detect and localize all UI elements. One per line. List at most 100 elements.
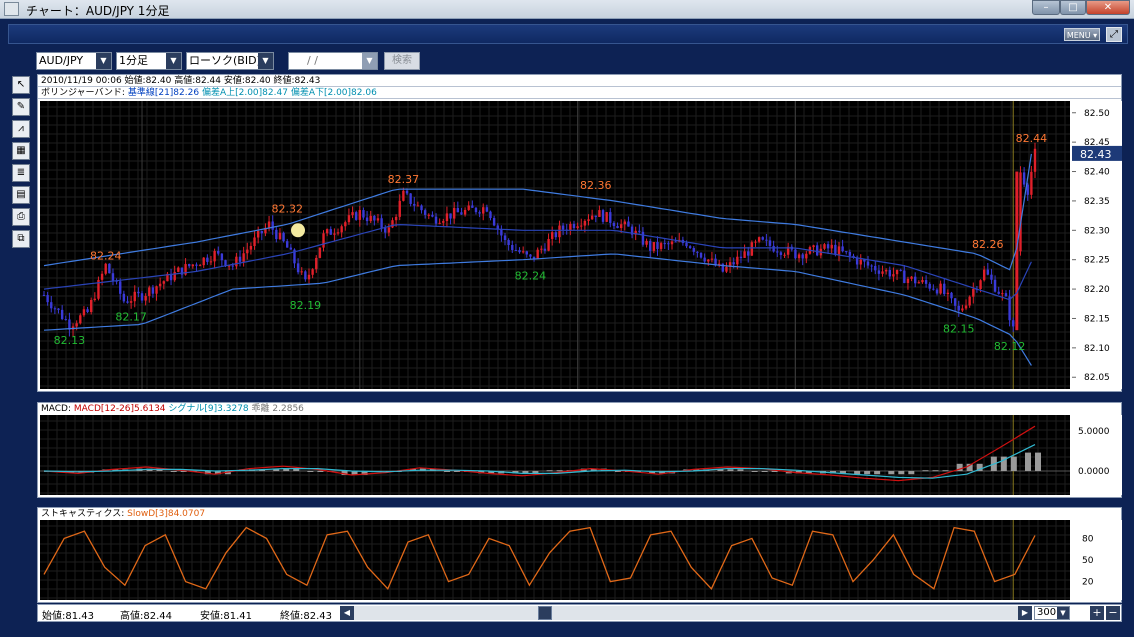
low-annotation: 82.24 bbox=[515, 270, 547, 283]
candle-body bbox=[347, 215, 351, 223]
maximize-button[interactable]: □ bbox=[1060, 0, 1086, 15]
macd-plot-area[interactable] bbox=[40, 415, 1070, 495]
macd-histogram-bar bbox=[307, 471, 314, 472]
candle-body bbox=[961, 308, 964, 311]
candle-body bbox=[162, 281, 165, 284]
candle-body bbox=[482, 207, 485, 214]
candle-body bbox=[583, 220, 587, 226]
resize-icon[interactable]: ⤢ bbox=[1106, 27, 1122, 42]
candle-body bbox=[623, 221, 627, 225]
price-axis: 82.5082.4582.4082.3582.3082.2582.2082.15… bbox=[1072, 101, 1122, 389]
candle-body bbox=[206, 257, 209, 262]
candle-body bbox=[329, 229, 332, 235]
scroll-right-button[interactable]: ▶ bbox=[1018, 606, 1032, 620]
candle-body bbox=[725, 266, 728, 272]
macd-histogram-bar bbox=[874, 471, 881, 475]
axis-tick-label: 82.05 bbox=[1084, 373, 1110, 383]
print-icon[interactable]: ⎙ bbox=[12, 208, 30, 226]
chart-scrollbar[interactable] bbox=[354, 606, 1018, 620]
candle-body bbox=[997, 291, 1000, 294]
currency-pair-select[interactable]: AUD/JPY ▼ bbox=[36, 52, 112, 70]
chart-type-select[interactable]: ローソク(BID) ▼ bbox=[186, 52, 274, 70]
scroll-left-button[interactable]: ◀ bbox=[340, 606, 354, 620]
candle-body bbox=[1012, 320, 1015, 327]
zoom-in-button[interactable]: + bbox=[1090, 606, 1104, 620]
bars-count-select[interactable]: 300 ▼ bbox=[1034, 606, 1070, 620]
candle-body bbox=[158, 283, 162, 287]
candle-body bbox=[307, 274, 311, 280]
candle-body bbox=[939, 283, 942, 294]
search-button[interactable]: 検索 bbox=[384, 52, 420, 70]
candle-body bbox=[427, 214, 430, 216]
price-plot-area[interactable]: 20:00 21:00 22:00 23:00 11/19 82.24 82.32 82.37… bbox=[40, 101, 1070, 389]
interval-select[interactable]: 1分足 ▼ bbox=[116, 52, 182, 70]
scrollbar-thumb[interactable] bbox=[538, 606, 552, 620]
candle-body bbox=[699, 252, 703, 258]
stochastic-plot-area[interactable] bbox=[40, 520, 1070, 600]
chevron-down-icon: ▼ bbox=[362, 53, 377, 69]
price-chart-panel: 2010/11/19 00:06 始値:82.40 高値:82.44 安値:82… bbox=[37, 74, 1122, 392]
candle-body bbox=[812, 245, 815, 248]
chevron-down-icon: ▼ bbox=[258, 53, 273, 69]
candle-body bbox=[921, 280, 924, 283]
copy-icon[interactable]: ⧉ bbox=[12, 230, 30, 248]
candle-body bbox=[863, 259, 866, 262]
candle-body bbox=[601, 210, 605, 222]
zoom-out-button[interactable]: − bbox=[1106, 606, 1120, 620]
plot-background bbox=[40, 415, 1070, 495]
candle-body bbox=[365, 217, 369, 222]
candle-body bbox=[576, 226, 579, 229]
close-button[interactable]: ✕ bbox=[1086, 0, 1130, 15]
indicator-icon[interactable]: ⩘ bbox=[12, 120, 30, 138]
menu-button[interactable]: MENU ▾ bbox=[1064, 28, 1100, 41]
candle-body bbox=[449, 213, 452, 219]
candle-body bbox=[569, 223, 572, 231]
table-icon[interactable]: ▤ bbox=[12, 186, 30, 204]
candle-body bbox=[968, 296, 971, 306]
candle-body bbox=[841, 246, 844, 252]
candle-body bbox=[525, 251, 528, 255]
candle-body bbox=[645, 240, 648, 245]
candle-body bbox=[830, 244, 833, 249]
app-icon bbox=[4, 2, 19, 16]
candle-body bbox=[874, 265, 877, 271]
minimize-button[interactable]: – bbox=[1032, 0, 1060, 15]
candle-body bbox=[670, 241, 674, 245]
axis-tick-label: 20 bbox=[1082, 578, 1094, 588]
date-input[interactable]: / / ▼ bbox=[288, 52, 378, 70]
diff-value: 乖離 2.2856 bbox=[251, 404, 304, 414]
candle-body bbox=[826, 244, 830, 249]
grid-icon[interactable]: ▦ bbox=[12, 142, 30, 160]
candle-body bbox=[903, 270, 906, 284]
candle-body bbox=[431, 214, 434, 217]
candle-body bbox=[710, 258, 714, 260]
candle-body bbox=[336, 232, 340, 234]
candle-body bbox=[380, 218, 383, 228]
axis-tick-label: 82.10 bbox=[1084, 344, 1110, 354]
candle-body bbox=[478, 212, 481, 214]
candle-body bbox=[870, 265, 873, 267]
macd-histogram-bar bbox=[771, 471, 778, 472]
candle-body bbox=[638, 230, 641, 232]
candle-body bbox=[195, 264, 198, 266]
candle-body bbox=[402, 190, 405, 201]
pencil-icon[interactable]: ✎ bbox=[12, 98, 30, 116]
candle-body bbox=[89, 299, 93, 313]
macd-histogram-bar bbox=[1010, 456, 1017, 471]
candle-body bbox=[765, 239, 768, 241]
cursor-icon[interactable]: ↖ bbox=[12, 76, 30, 94]
macd-histogram-bar bbox=[864, 471, 871, 475]
candle-body bbox=[129, 301, 133, 303]
tool-palette: ↖ ✎ ⩘ ▦ ≣ ▤ ⎙ ⧉ bbox=[12, 76, 30, 252]
candle-body bbox=[547, 238, 550, 251]
chart-type-value: ローソク(BID) bbox=[189, 54, 261, 67]
candle-body bbox=[325, 229, 329, 234]
list-icon[interactable]: ≣ bbox=[12, 164, 30, 182]
candle-body bbox=[119, 281, 122, 294]
candle-body bbox=[238, 256, 242, 262]
candle-body bbox=[674, 241, 677, 243]
candle-body bbox=[855, 257, 859, 265]
candle-body bbox=[249, 245, 253, 250]
candle-body bbox=[754, 241, 757, 243]
macd-histogram-bar bbox=[444, 471, 451, 472]
